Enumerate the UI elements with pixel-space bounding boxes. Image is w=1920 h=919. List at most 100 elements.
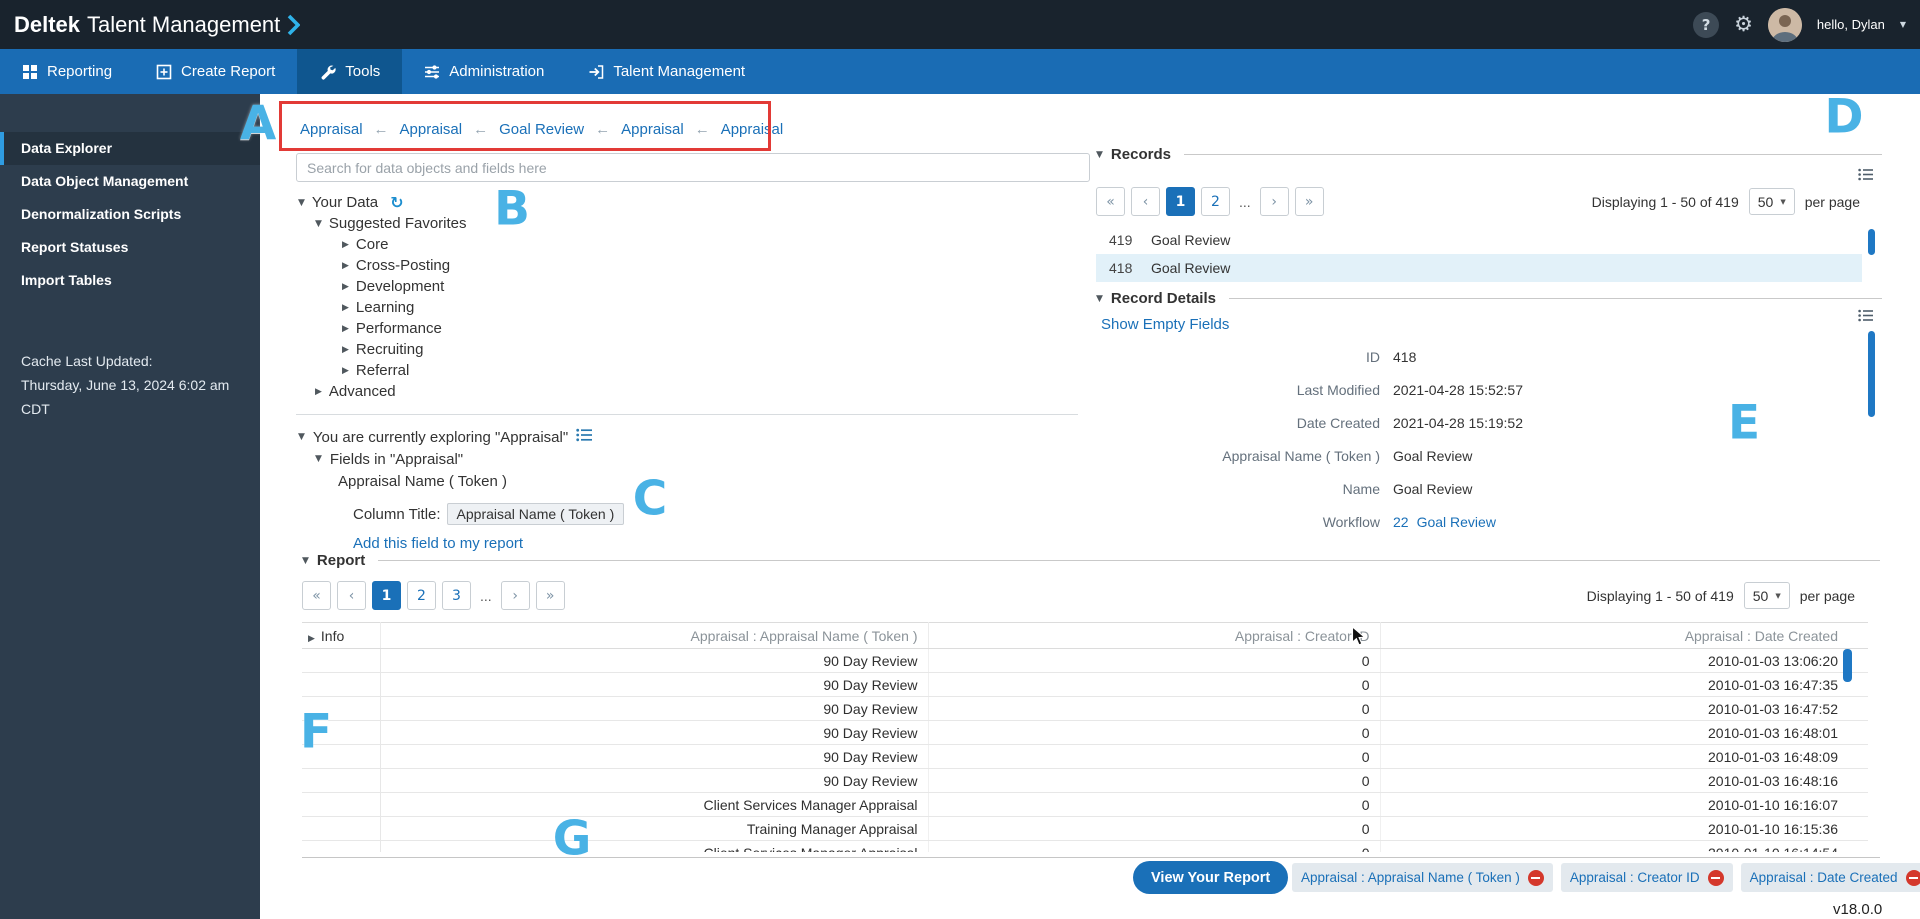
caret-down-icon[interactable]: ▼ bbox=[298, 198, 305, 208]
next-page-button[interactable]: › bbox=[1260, 187, 1289, 216]
breadcrumb-item[interactable]: Goal Review bbox=[499, 121, 584, 138]
table-row: Client Services Manager Appraisal02010-0… bbox=[302, 841, 1868, 853]
record-details-title[interactable]: Record Details bbox=[1111, 290, 1216, 307]
remove-field-icon[interactable] bbox=[1708, 870, 1724, 886]
caret-right-icon[interactable]: ▶ bbox=[342, 324, 349, 334]
breadcrumb-item[interactable]: Appraisal bbox=[400, 121, 463, 138]
first-page-button[interactable]: « bbox=[1096, 187, 1125, 216]
records-title[interactable]: Records bbox=[1111, 146, 1171, 163]
search-input[interactable] bbox=[296, 153, 1090, 182]
page-button-1[interactable]: 1 bbox=[372, 581, 401, 610]
exploring-header[interactable]: ▼ You are currently exploring "Appraisal… bbox=[298, 426, 624, 448]
column-title-value[interactable]: Appraisal Name ( Token ) bbox=[447, 503, 625, 525]
page-button-3[interactable]: 3 bbox=[442, 581, 471, 610]
show-empty-fields-link[interactable]: Show Empty Fields bbox=[1101, 316, 1229, 333]
tree-item-learning[interactable]: ▶ Learning bbox=[298, 297, 467, 318]
view-report-button[interactable]: View Your Report bbox=[1133, 861, 1288, 894]
records-scrollbar[interactable] bbox=[1868, 229, 1875, 255]
column-header-date-created[interactable]: Appraisal : Date Created bbox=[1380, 623, 1868, 649]
report-title[interactable]: Report bbox=[317, 552, 365, 569]
add-field-link[interactable]: Add this field to my report bbox=[353, 535, 523, 552]
tree-item-core[interactable]: ▶ Core bbox=[298, 234, 467, 255]
tree-item-performance[interactable]: ▶ Performance bbox=[298, 318, 467, 339]
prev-page-button[interactable]: ‹ bbox=[1131, 187, 1160, 216]
next-page-icon: › bbox=[512, 588, 518, 604]
caret-right-icon[interactable]: ▶ bbox=[308, 634, 315, 644]
pagination-ellipsis: ... bbox=[480, 588, 492, 604]
tab-tools[interactable]: Tools bbox=[297, 49, 402, 94]
field-name-row[interactable]: Appraisal Name ( Token ) bbox=[338, 470, 624, 492]
page-button-1[interactable]: 1 bbox=[1166, 187, 1195, 216]
sidebar-item-data-explorer[interactable]: Data Explorer bbox=[0, 132, 260, 165]
chip-creator-id[interactable]: Appraisal : Creator ID bbox=[1561, 863, 1733, 892]
sliders-icon bbox=[424, 64, 440, 80]
record-details-list-icon[interactable] bbox=[1858, 309, 1874, 326]
fields-header[interactable]: ▼ Fields in "Appraisal" bbox=[315, 448, 624, 470]
first-page-icon: « bbox=[1106, 194, 1115, 210]
chip-appraisal-name[interactable]: Appraisal : Appraisal Name ( Token ) bbox=[1292, 863, 1553, 892]
record-details-scrollbar[interactable] bbox=[1868, 331, 1875, 417]
avatar[interactable] bbox=[1768, 8, 1802, 42]
caret-down-icon[interactable]: ▼ bbox=[302, 556, 309, 566]
page-size-select[interactable]: 50 ▼ bbox=[1749, 188, 1795, 215]
workflow-name-link[interactable]: Goal Review bbox=[1417, 514, 1496, 530]
first-page-button[interactable]: « bbox=[302, 581, 331, 610]
user-menu-caret-icon[interactable]: ▼ bbox=[1900, 20, 1906, 29]
column-header-appraisal-name[interactable]: Appraisal : Appraisal Name ( Token ) bbox=[380, 623, 928, 649]
page-button-2[interactable]: 2 bbox=[407, 581, 436, 610]
sidebar-item-data-object-management[interactable]: Data Object Management bbox=[0, 165, 260, 198]
sidebar-item-denormalization-scripts[interactable]: Denormalization Scripts bbox=[0, 198, 260, 231]
next-page-button[interactable]: › bbox=[501, 581, 530, 610]
record-row[interactable]: 419 Goal Review bbox=[1096, 226, 1862, 254]
remove-field-icon[interactable] bbox=[1528, 870, 1544, 886]
remove-field-icon[interactable] bbox=[1906, 870, 1920, 886]
last-page-button[interactable]: » bbox=[1295, 187, 1324, 216]
records-list-icon[interactable] bbox=[1858, 168, 1874, 185]
field-list-icon[interactable] bbox=[576, 428, 593, 446]
chip-date-created[interactable]: Appraisal : Date Created bbox=[1741, 863, 1920, 892]
caret-down-icon[interactable]: ▼ bbox=[315, 219, 322, 229]
tree-item-your-data[interactable]: ▼ Your Data ↻ bbox=[298, 192, 467, 213]
workflow-label-link[interactable]: Workflow bbox=[1096, 514, 1393, 530]
record-details-list: ID 418 Last Modified 2021-04-28 15:52:57… bbox=[1096, 340, 1882, 545]
caret-down-icon[interactable]: ▼ bbox=[1096, 150, 1103, 160]
column-header-creator-id[interactable]: Appraisal : Creator ID bbox=[928, 623, 1380, 649]
caret-down-icon[interactable]: ▼ bbox=[1096, 294, 1103, 304]
caret-right-icon[interactable]: ▶ bbox=[342, 366, 349, 376]
gear-icon[interactable]: ⚙ bbox=[1734, 14, 1753, 35]
caret-right-icon[interactable]: ▶ bbox=[342, 282, 349, 292]
caret-right-icon[interactable]: ▶ bbox=[342, 240, 349, 250]
tab-create-report[interactable]: Create Report bbox=[134, 49, 297, 94]
caret-down-icon[interactable]: ▼ bbox=[315, 454, 322, 464]
tree-item-recruiting[interactable]: ▶ Recruiting bbox=[298, 339, 467, 360]
tab-reporting[interactable]: Reporting bbox=[0, 49, 134, 94]
last-page-button[interactable]: » bbox=[536, 581, 565, 610]
caret-down-icon[interactable]: ▼ bbox=[298, 432, 305, 442]
report-table-scrollbar[interactable] bbox=[1843, 649, 1852, 682]
tab-talent-management[interactable]: Talent Management bbox=[566, 49, 767, 94]
workflow-id-link[interactable]: 22 bbox=[1393, 514, 1409, 530]
record-row-selected[interactable]: 418 Goal Review bbox=[1096, 254, 1862, 282]
tree-item-advanced[interactable]: ▶ Advanced bbox=[298, 381, 467, 402]
sidebar-item-report-statuses[interactable]: Report Statuses bbox=[0, 231, 260, 264]
user-greeting[interactable]: hello, Dylan bbox=[1817, 17, 1885, 32]
info-column-header[interactable]: ▶Info bbox=[302, 623, 380, 649]
breadcrumb-item[interactable]: Appraisal bbox=[621, 121, 684, 138]
tree-item-suggested-favorites[interactable]: ▼ Suggested Favorites bbox=[298, 213, 467, 234]
caret-right-icon[interactable]: ▶ bbox=[342, 261, 349, 271]
caret-right-icon[interactable]: ▶ bbox=[342, 345, 349, 355]
tree-item-cross-posting[interactable]: ▶ Cross-Posting bbox=[298, 255, 467, 276]
prev-page-button[interactable]: ‹ bbox=[337, 581, 366, 610]
tab-administration[interactable]: Administration bbox=[402, 49, 566, 94]
page-button-2[interactable]: 2 bbox=[1201, 187, 1230, 216]
breadcrumb-item[interactable]: Appraisal bbox=[721, 121, 784, 138]
caret-right-icon[interactable]: ▶ bbox=[342, 303, 349, 313]
breadcrumb-item[interactable]: Appraisal bbox=[300, 121, 363, 138]
tree-item-referral[interactable]: ▶ Referral bbox=[298, 360, 467, 381]
caret-right-icon[interactable]: ▶ bbox=[315, 387, 322, 397]
refresh-icon[interactable]: ↻ bbox=[390, 193, 403, 212]
tree-item-development[interactable]: ▶ Development bbox=[298, 276, 467, 297]
sidebar-item-import-tables[interactable]: Import Tables bbox=[0, 264, 260, 297]
help-icon[interactable]: ? bbox=[1693, 12, 1719, 38]
page-size-select[interactable]: 50 ▼ bbox=[1744, 582, 1790, 609]
